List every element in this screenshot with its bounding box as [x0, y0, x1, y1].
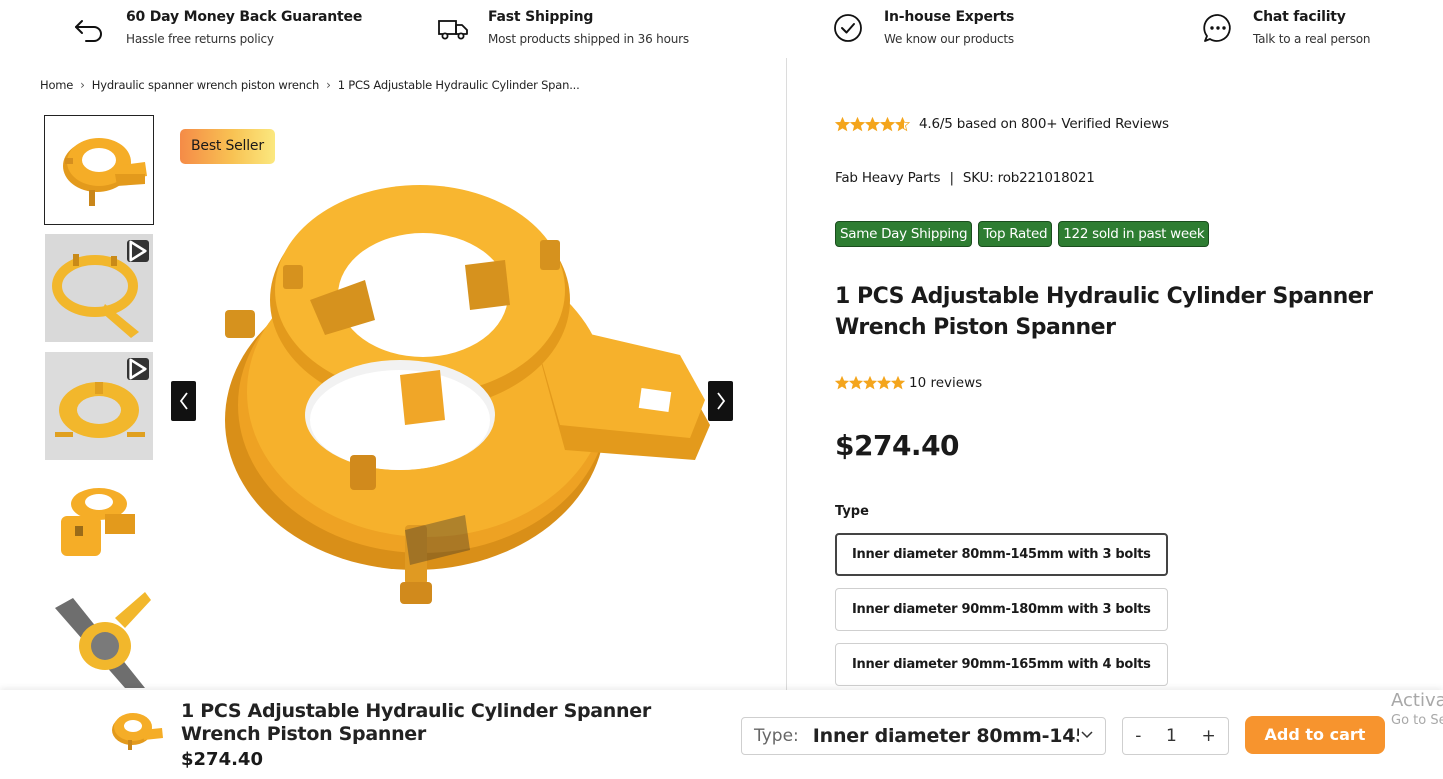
sticky-product-title: 1 PCS Adjustable Hydraulic Cylinder Span…: [181, 700, 651, 745]
main-product-image: [165, 120, 745, 680]
add-to-cart-button[interactable]: Add to cart: [1245, 716, 1385, 754]
chevron-right-icon: [716, 392, 725, 410]
star-icon: [895, 116, 910, 131]
badge-top-rated: Top Rated: [978, 221, 1053, 247]
rating-summary-text: 4.6/5 based on 800+ Verified Reviews: [919, 116, 1169, 132]
sticky-type-select[interactable]: Type: Inner diameter 80mm-145mm with 3 b…: [741, 717, 1106, 755]
badge-same-day-shipping: Same Day Shipping: [835, 221, 973, 247]
breadcrumb-current: 1 PCS Adjustable Hydraulic Cylinder Span…: [337, 78, 580, 92]
sticky-add-to-cart-bar: 1 PCS Adjustable Hydraulic Cylinder Span…: [0, 690, 1443, 779]
play-video-icon: [127, 240, 149, 262]
variant-option-2[interactable]: Inner diameter 90mm-180mm with 3 bolts: [835, 588, 1168, 631]
gallery-thumbnail-1[interactable]: [44, 115, 154, 225]
gallery-thumbnail-4[interactable]: [45, 470, 153, 578]
trust-subtitle: Talk to a real person: [1253, 32, 1371, 46]
trust-bar: 60 Day Money Back Guarantee Hassle free …: [0, 0, 1443, 58]
play-video-icon: [127, 358, 149, 380]
trust-subtitle: Hassle free returns policy: [126, 32, 274, 46]
quantity-decrease-button[interactable]: -: [1135, 726, 1141, 746]
overall-rating: 4.6/5 based on 800+ Verified Reviews: [835, 116, 1169, 132]
product-title: 1 PCS Adjustable Hydraulic Cylinder Span…: [835, 284, 1373, 340]
rating-stars: [835, 116, 910, 132]
chevron-left-icon: [179, 392, 188, 410]
gallery-next-button[interactable]: [708, 381, 733, 421]
star-icon: [865, 116, 880, 131]
trust-title: Fast Shipping: [488, 9, 594, 25]
chevron-right-icon: ›: [80, 78, 85, 92]
wrench-thumbnail-image: [45, 470, 153, 578]
badge-sold-count: 122 sold in past week: [1058, 221, 1210, 247]
sticky-product-thumbnail: [112, 713, 163, 750]
review-stars: [835, 376, 905, 390]
star-icon: [891, 376, 905, 390]
sticky-type-label: Type:: [754, 726, 799, 746]
product-price: $274.40: [835, 429, 960, 462]
breadcrumb-home-link[interactable]: Home: [40, 78, 73, 92]
quantity-increase-button[interactable]: +: [1201, 726, 1215, 746]
chevron-right-icon: ›: [326, 78, 331, 92]
return-arrow-icon: [75, 20, 102, 42]
os-activation-watermark: Activa Go to Se: [1391, 690, 1443, 730]
gallery-prev-button[interactable]: [171, 381, 196, 421]
sticky-product-price: $274.40: [181, 749, 263, 770]
star-icon: [880, 116, 895, 131]
vendor-separator: |: [949, 170, 954, 186]
breadcrumb: Home › Hydraulic spanner wrench piston w…: [40, 78, 580, 92]
best-seller-badge: Best Seller: [180, 129, 275, 164]
trust-subtitle: Most products shipped in 36 hours: [488, 32, 689, 46]
wrench-on-cylinder-thumbnail-image: [45, 588, 153, 688]
star-icon: [877, 376, 891, 390]
breadcrumb-category-link[interactable]: Hydraulic spanner wrench piston wrench: [92, 78, 320, 92]
trust-title: 60 Day Money Back Guarantee: [126, 9, 363, 25]
trust-title: Chat facility: [1253, 9, 1346, 25]
trust-title: In-house Experts: [884, 9, 1015, 25]
chevron-down-icon: [1081, 731, 1093, 739]
star-icon: [850, 116, 865, 131]
quantity-stepper: - 1 +: [1122, 717, 1229, 755]
watermark-line-2: Go to Se: [1391, 713, 1443, 728]
vendor-sku-row: Fab Heavy Parts | SKU: rob221018021: [835, 170, 1095, 186]
star-icon: [849, 376, 863, 390]
reviews-summary[interactable]: 10 reviews: [835, 375, 982, 391]
variant-type-label: Type: [835, 504, 869, 519]
sku-text: SKU: rob221018021: [962, 170, 1095, 186]
wrench-thumbnail-image: [45, 116, 153, 224]
variant-option-3[interactable]: Inner diameter 90mm-165mm with 4 bolts: [835, 643, 1168, 686]
star-icon: [835, 376, 849, 390]
variant-option-1[interactable]: Inner diameter 80mm-145mm with 3 bolts: [835, 533, 1168, 576]
checkmark-circle-icon: [834, 14, 862, 42]
truck-icon: [438, 20, 468, 40]
trust-subtitle: We know our products: [884, 32, 1014, 46]
product-badges: Same Day Shipping Top Rated 122 sold in …: [835, 221, 1210, 247]
quantity-value[interactable]: 1: [1166, 726, 1177, 746]
sticky-type-value: Inner diameter 80mm-145mm with 3 bolts: [812, 725, 1079, 747]
gallery-thumbnail-3[interactable]: [45, 352, 153, 460]
column-divider: [786, 58, 787, 690]
gallery-thumbnail-5[interactable]: [45, 588, 153, 688]
chat-bubble-icon: [1203, 14, 1231, 42]
star-icon: [835, 116, 850, 131]
reviews-count-link[interactable]: 10 reviews: [909, 375, 982, 391]
gallery-thumbnail-2[interactable]: [45, 234, 153, 342]
star-icon: [863, 376, 877, 390]
watermark-line-1: Activa: [1391, 690, 1443, 711]
vendor-name: Fab Heavy Parts: [835, 170, 941, 186]
